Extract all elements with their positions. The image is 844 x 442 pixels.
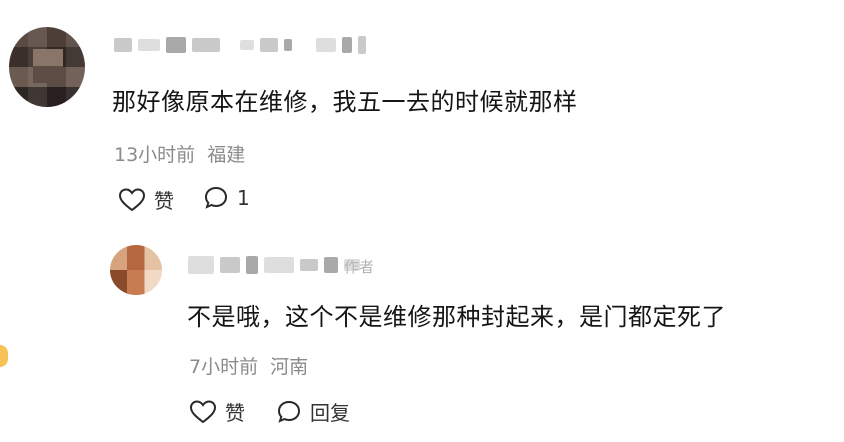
comment-text: 那好像原本在维修，我五一去的时候就那样 <box>112 88 578 116</box>
comment-time: 13小时前 <box>114 144 196 166</box>
reply-time: 7小时前 <box>189 356 259 378</box>
comment-meta: 13小时前 福建 <box>114 140 245 167</box>
reply-like-label: 赞 <box>225 401 245 425</box>
heart-icon <box>189 399 217 423</box>
speech-bubble-icon <box>277 400 301 423</box>
comment-like-label: 赞 <box>154 189 174 213</box>
comment-like-button[interactable]: 赞 <box>118 185 174 214</box>
comment-reply-button[interactable]: 1 <box>203 185 250 211</box>
reply-reply-label: 回复 <box>310 401 350 425</box>
reply-reply-button[interactable]: 回复 <box>276 397 350 426</box>
edge-decoration <box>0 345 8 367</box>
reply-like-button[interactable]: 赞 <box>189 397 245 426</box>
commenter-avatar[interactable] <box>9 27 85 107</box>
heart-icon <box>118 187 146 211</box>
reply-meta: 7小时前 河南 <box>189 352 308 379</box>
commenter-name-blurred[interactable] <box>114 36 366 54</box>
comment-reply-count: 1 <box>237 186 250 210</box>
author-avatar[interactable] <box>110 245 162 295</box>
reply-location: 河南 <box>270 356 309 378</box>
author-badge: 作者 <box>344 258 375 276</box>
comment-location: 福建 <box>207 144 246 166</box>
author-name-blurred[interactable] <box>188 256 360 274</box>
reply-text: 不是哦，这个不是维修那种封起来，是门都定死了 <box>187 303 726 331</box>
speech-bubble-icon <box>204 186 228 209</box>
